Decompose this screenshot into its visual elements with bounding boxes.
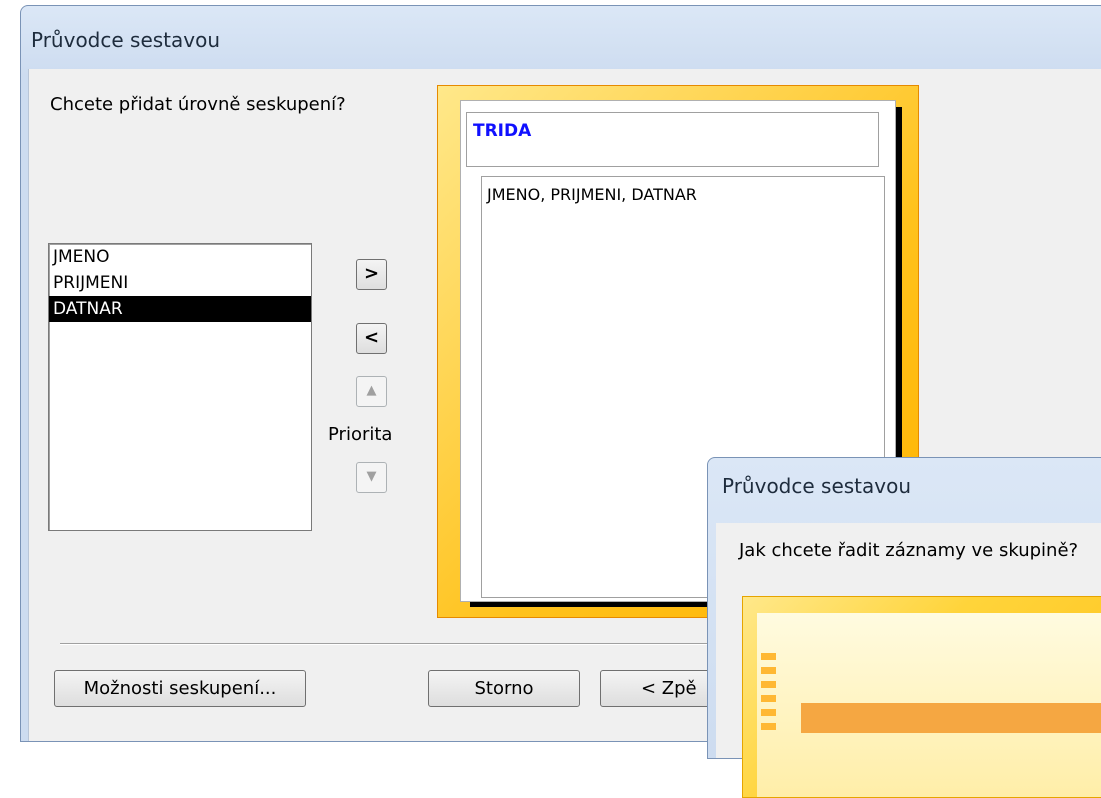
priority-up-button[interactable]: ▲ bbox=[356, 376, 387, 407]
illustration-bar bbox=[801, 703, 1101, 733]
illustration-page bbox=[757, 613, 1101, 797]
grouping-options-label: Možnosti seskupení... bbox=[83, 678, 277, 699]
priority-label: Priorita bbox=[328, 424, 393, 445]
window-title: Průvodce sestavou bbox=[31, 28, 221, 52]
grouping-question: Chcete přidat úrovně seskupení? bbox=[50, 94, 346, 115]
group-header-text: TRIDA bbox=[473, 121, 532, 141]
illustration-stripe bbox=[761, 653, 776, 660]
list-item-selected[interactable]: DATNAR bbox=[49, 296, 311, 322]
add-grouping-button[interactable]: > bbox=[356, 259, 387, 290]
sort-wizard-window: Průvodce sestavou Jak chcete řadit zázna… bbox=[707, 457, 1101, 798]
priority-down-button[interactable]: ▼ bbox=[356, 462, 387, 493]
available-fields-list[interactable]: JMENO PRIJMENI DATNAR bbox=[48, 243, 312, 531]
illustration-stripe bbox=[761, 667, 776, 674]
list-item[interactable]: PRIJMENI bbox=[49, 270, 311, 296]
arrow-down-icon: ▼ bbox=[366, 469, 377, 484]
sort-question: Jak chcete řadit záznamy ve skupině? bbox=[739, 540, 1079, 561]
detail-fields-text: JMENO, PRIJMENI, DATNAR bbox=[487, 185, 697, 204]
illustration-stripe bbox=[761, 709, 776, 716]
window-title-2: Průvodce sestavou bbox=[722, 474, 912, 498]
wizard-client-area-2: Jak chcete řadit záznamy ve skupině? bbox=[716, 523, 1101, 798]
illustration-stripe bbox=[761, 723, 776, 730]
illustration-stripe bbox=[761, 695, 776, 702]
sort-illustration bbox=[742, 596, 1101, 798]
remove-grouping-button[interactable]: < bbox=[356, 323, 387, 354]
arrow-up-icon: ▲ bbox=[366, 383, 377, 398]
cancel-button[interactable]: Storno bbox=[428, 670, 580, 707]
cancel-label: Storno bbox=[474, 678, 534, 699]
list-item[interactable]: JMENO bbox=[49, 244, 311, 270]
illustration-stripe bbox=[761, 681, 776, 688]
back-label: < Zpě bbox=[641, 678, 697, 699]
group-header-box: TRIDA bbox=[466, 112, 879, 167]
grouping-options-button[interactable]: Možnosti seskupení... bbox=[54, 670, 306, 707]
